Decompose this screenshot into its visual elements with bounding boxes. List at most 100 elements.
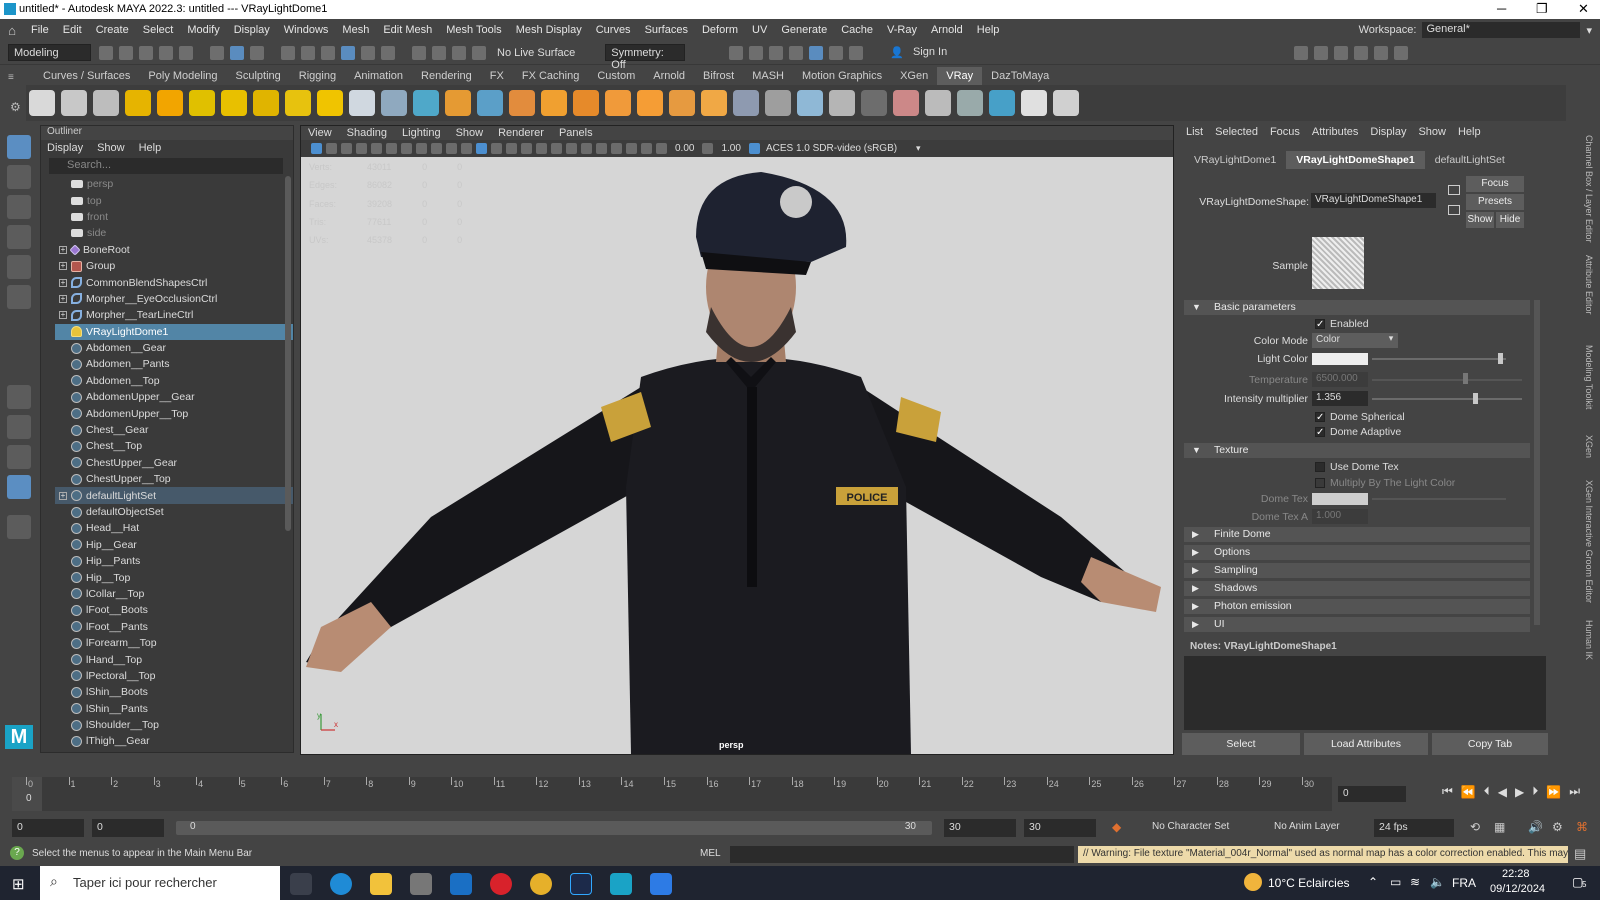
wifi-icon[interactable]: ≋ bbox=[1410, 875, 1420, 889]
redo-icon[interactable] bbox=[179, 45, 193, 60]
attr-scrollbar[interactable] bbox=[1534, 300, 1540, 625]
menu-item[interactable]: V-Ray bbox=[880, 19, 924, 41]
select-component-icon[interactable] bbox=[250, 45, 264, 60]
character-model[interactable]: POLICE bbox=[301, 157, 1173, 754]
hide-button[interactable]: Hide bbox=[1496, 212, 1524, 228]
lock-icon[interactable] bbox=[381, 45, 395, 60]
outliner-item[interactable]: Hip__Top bbox=[55, 569, 293, 585]
command-input[interactable] bbox=[730, 846, 1074, 863]
outliner-item[interactable]: lShin__Boots bbox=[55, 684, 293, 700]
pause-icon[interactable] bbox=[849, 45, 864, 60]
xray-icon[interactable] bbox=[626, 143, 637, 154]
collapsed-section[interactable]: ▶ UI bbox=[1184, 617, 1530, 632]
collapsed-section[interactable]: ▶ Shadows bbox=[1184, 581, 1530, 596]
sound-icon[interactable]: 🔊 bbox=[1528, 820, 1543, 834]
side-tab[interactable]: XGen bbox=[1584, 435, 1594, 458]
ambient-occlusion-icon[interactable] bbox=[566, 143, 577, 154]
loop-icon[interactable]: ⟲ bbox=[1470, 820, 1480, 834]
light-color-slider[interactable] bbox=[1372, 358, 1506, 360]
symmetry-dropdown[interactable]: Symmetry: Off bbox=[605, 44, 686, 71]
go-to-start-icon[interactable]: ⏮ bbox=[1442, 784, 1453, 799]
search-icon[interactable] bbox=[7, 515, 31, 539]
outliner-item[interactable]: lFoot__Boots bbox=[55, 602, 293, 618]
time-slider[interactable]: 0 0 1 2 3 4 5 6 7 8 9 10 11 12 13 14 15 16 17 18 19 20 21 22 23… bbox=[12, 777, 1332, 811]
new-scene-icon[interactable] bbox=[99, 45, 113, 60]
menu-item[interactable]: Windows bbox=[277, 19, 336, 41]
color-space-dropdown[interactable]: ACES 1.0 SDR-video (sRGB) bbox=[766, 143, 916, 154]
network-icon[interactable]: ▭ bbox=[1390, 875, 1401, 889]
attr-menu-item[interactable]: Display bbox=[1370, 126, 1406, 138]
shelf-tab[interactable]: Bifrost bbox=[694, 67, 743, 85]
select-hierarchy-icon[interactable] bbox=[210, 45, 224, 60]
anim-end-field[interactable]: 30 bbox=[944, 819, 1016, 837]
move-tool-icon[interactable] bbox=[7, 225, 31, 249]
outliner-item[interactable]: Hip__Gear bbox=[55, 537, 293, 553]
outliner-item[interactable]: + defaultLightSet bbox=[55, 487, 293, 504]
shelf-tab[interactable]: Animation bbox=[345, 67, 412, 85]
start-time-field[interactable]: 0 bbox=[12, 819, 84, 837]
select-tool-icon[interactable] bbox=[7, 135, 31, 159]
hypershade-icon[interactable] bbox=[809, 45, 824, 60]
side-tab[interactable]: Human IK bbox=[1584, 620, 1594, 660]
shelf-tool-icon[interactable] bbox=[93, 90, 119, 116]
shelf-tool-icon[interactable] bbox=[669, 90, 695, 116]
task-view-icon[interactable] bbox=[290, 873, 312, 895]
shelf-tab[interactable]: FX Caching bbox=[513, 67, 588, 85]
viewport-menu-item[interactable]: Show bbox=[456, 127, 484, 139]
exposure-value[interactable]: 0.00 bbox=[675, 143, 694, 154]
shelf-tool-icon[interactable] bbox=[1021, 90, 1047, 116]
outliner-item[interactable]: ChestUpper__Gear bbox=[55, 455, 293, 471]
menu-item[interactable]: Surfaces bbox=[638, 19, 695, 41]
notes-textarea[interactable] bbox=[1184, 656, 1546, 730]
select-camera-icon[interactable] bbox=[311, 143, 322, 154]
shelf-tool-icon[interactable] bbox=[541, 90, 567, 116]
shelf-tool-icon[interactable] bbox=[637, 90, 663, 116]
menu-item[interactable]: Edit Mesh bbox=[376, 19, 439, 41]
outliner-item[interactable]: lFoot__Pants bbox=[55, 619, 293, 635]
camera-attributes-icon[interactable] bbox=[326, 143, 337, 154]
shelf-tool-icon[interactable] bbox=[29, 90, 55, 116]
play-forward-icon[interactable]: ▶ bbox=[1515, 785, 1524, 799]
shelf-tool-icon[interactable] bbox=[413, 90, 439, 116]
fps-dropdown[interactable]: 24 fps bbox=[1374, 819, 1454, 837]
dome-spherical-checkbox[interactable]: ✓ bbox=[1315, 412, 1325, 423]
bookmark-icon[interactable] bbox=[341, 143, 352, 154]
soft-select-icon[interactable] bbox=[452, 45, 466, 60]
motion-blur-icon[interactable] bbox=[581, 143, 592, 154]
shelf-tool-icon[interactable] bbox=[829, 90, 855, 116]
outliner-item[interactable]: + CommonBlendShapesCtrl bbox=[55, 274, 293, 290]
collapsed-section[interactable]: ▶ Photon emission bbox=[1184, 599, 1530, 614]
presets-button[interactable]: Presets bbox=[1466, 194, 1524, 210]
menu-item[interactable]: Mesh bbox=[335, 19, 376, 41]
copy-tab-button[interactable]: Copy Tab bbox=[1432, 733, 1548, 755]
side-tab[interactable]: Channel Box / Layer Editor bbox=[1584, 135, 1594, 243]
outliner-item[interactable]: side bbox=[55, 225, 293, 241]
shelf-tool-icon[interactable] bbox=[765, 90, 791, 116]
auto-key-icon[interactable]: ◆ bbox=[1112, 820, 1121, 834]
show-button[interactable]: Show bbox=[1466, 212, 1494, 228]
shelf-tool-icon[interactable] bbox=[285, 90, 311, 116]
opera-icon[interactable] bbox=[490, 873, 512, 895]
shelf-tool-icon[interactable] bbox=[1053, 90, 1079, 116]
viewport-menu-item[interactable]: Renderer bbox=[498, 127, 544, 139]
workspace-dropdown[interactable]: General* bbox=[1422, 22, 1581, 38]
warning-message[interactable]: // Warning: File texture "Material_004r_… bbox=[1078, 846, 1568, 863]
shelf-tool-icon[interactable] bbox=[477, 90, 503, 116]
snap-view-icon[interactable] bbox=[341, 45, 355, 60]
menu-item[interactable]: Mesh Display bbox=[509, 19, 589, 41]
menu-item[interactable]: Generate bbox=[774, 19, 834, 41]
outliner-item[interactable]: persp bbox=[55, 176, 293, 192]
vray-render-icon[interactable] bbox=[829, 45, 844, 60]
attr-menu-item[interactable]: List bbox=[1186, 126, 1203, 138]
outliner-item[interactable]: lThigh__Gear bbox=[55, 733, 293, 749]
shelf-tool-icon[interactable] bbox=[893, 90, 919, 116]
shelf-menu-icon[interactable]: ≡ bbox=[8, 72, 14, 83]
viewport-menu-item[interactable]: View bbox=[308, 127, 332, 139]
textured-icon[interactable] bbox=[521, 143, 532, 154]
outliner-item[interactable]: + Morpher__EyeOcclusionCtrl bbox=[55, 291, 293, 307]
shelf-tool-icon[interactable] bbox=[797, 90, 823, 116]
sample-swatch[interactable] bbox=[1312, 237, 1364, 289]
resolution-gate-icon[interactable] bbox=[401, 143, 412, 154]
grid-icon[interactable] bbox=[371, 143, 382, 154]
shelf-tool-icon[interactable] bbox=[317, 90, 343, 116]
